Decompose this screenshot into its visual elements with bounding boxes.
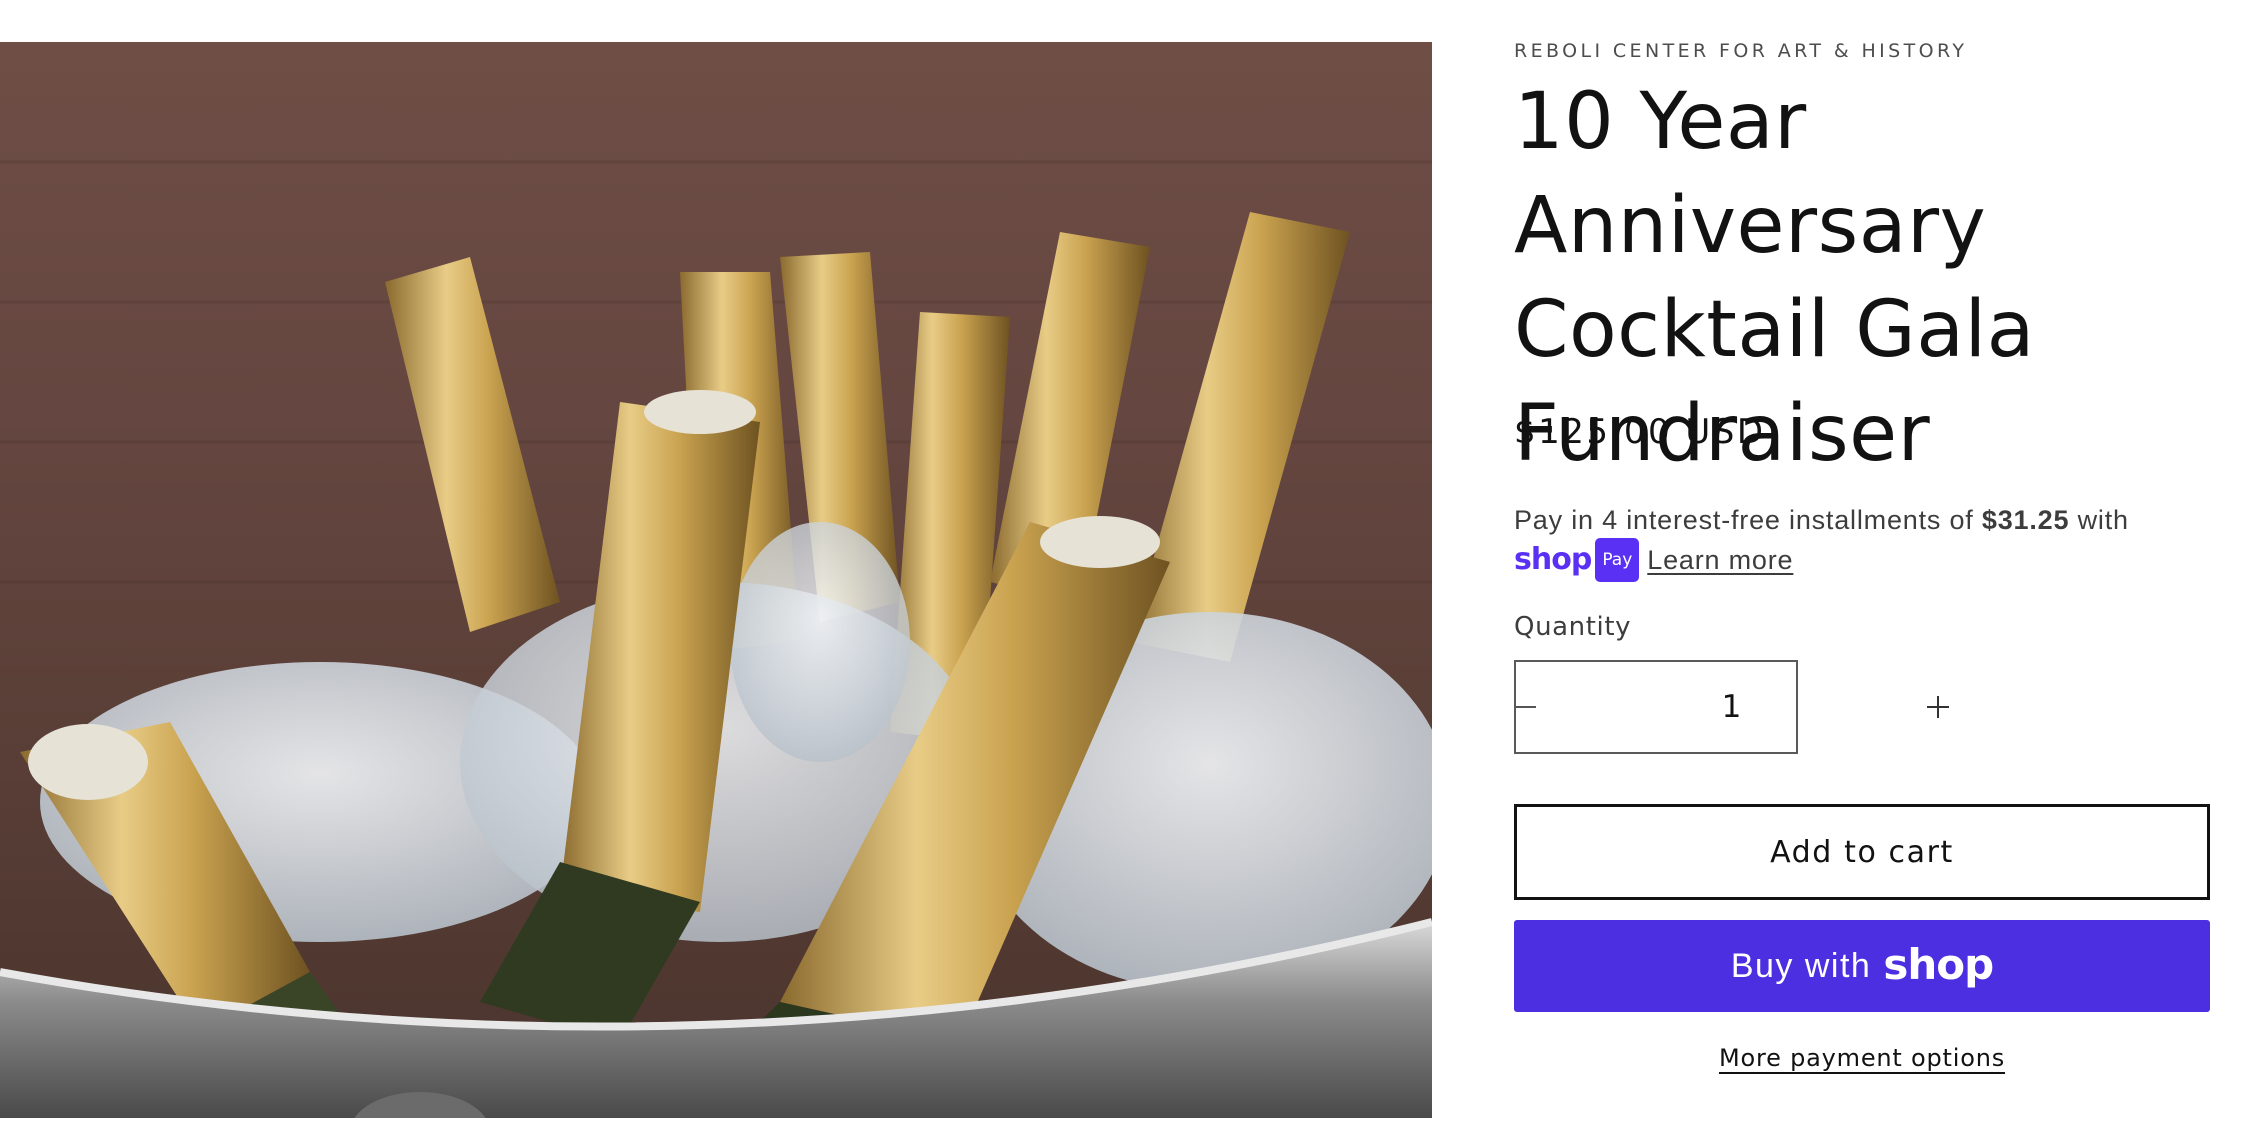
installments-suffix: with — [2077, 505, 2129, 535]
buy-with-label: Buy with — [1730, 946, 1872, 985]
quantity-stepper — [1514, 660, 1949, 754]
shop-pay-logo-icon: shop Pay — [1514, 538, 1640, 582]
add-to-cart-button[interactable]: Add to cart — [1514, 804, 2210, 900]
more-payment-options-link[interactable]: More payment options — [1719, 1044, 2005, 1072]
quantity-decrease-button[interactable] — [1516, 662, 1536, 752]
shop-pay-logo-text: shop — [1514, 542, 1592, 577]
plus-icon — [1927, 696, 1949, 718]
product-price: $125.00 USD — [1514, 412, 1766, 452]
shop-pay-installments: Pay in 4 interest-free installments of $… — [1514, 500, 2204, 584]
vendor-name: REBOLI CENTER FOR ART & HISTORY — [1514, 40, 1968, 62]
more-payment-options: More payment options — [1514, 1044, 2210, 1072]
shop-logo-icon: shop — [1883, 939, 1994, 989]
product-image[interactable] — [0, 42, 1432, 1118]
shop-pay-badge: Pay — [1595, 538, 1640, 582]
learn-more-link[interactable]: Learn more — [1647, 545, 1793, 575]
quantity-input[interactable] — [1536, 662, 1927, 752]
champagne-image-illustration — [0, 160, 1432, 1118]
quantity-increase-button[interactable] — [1927, 662, 1949, 752]
buy-with-shop-button[interactable]: Buy with shop — [1514, 920, 2210, 1012]
quantity-label: Quantity — [1514, 612, 1632, 642]
installments-prefix: Pay in 4 interest-free installments of — [1514, 505, 1974, 535]
minus-icon — [1516, 706, 1536, 708]
installment-amount: $31.25 — [1981, 505, 2070, 535]
